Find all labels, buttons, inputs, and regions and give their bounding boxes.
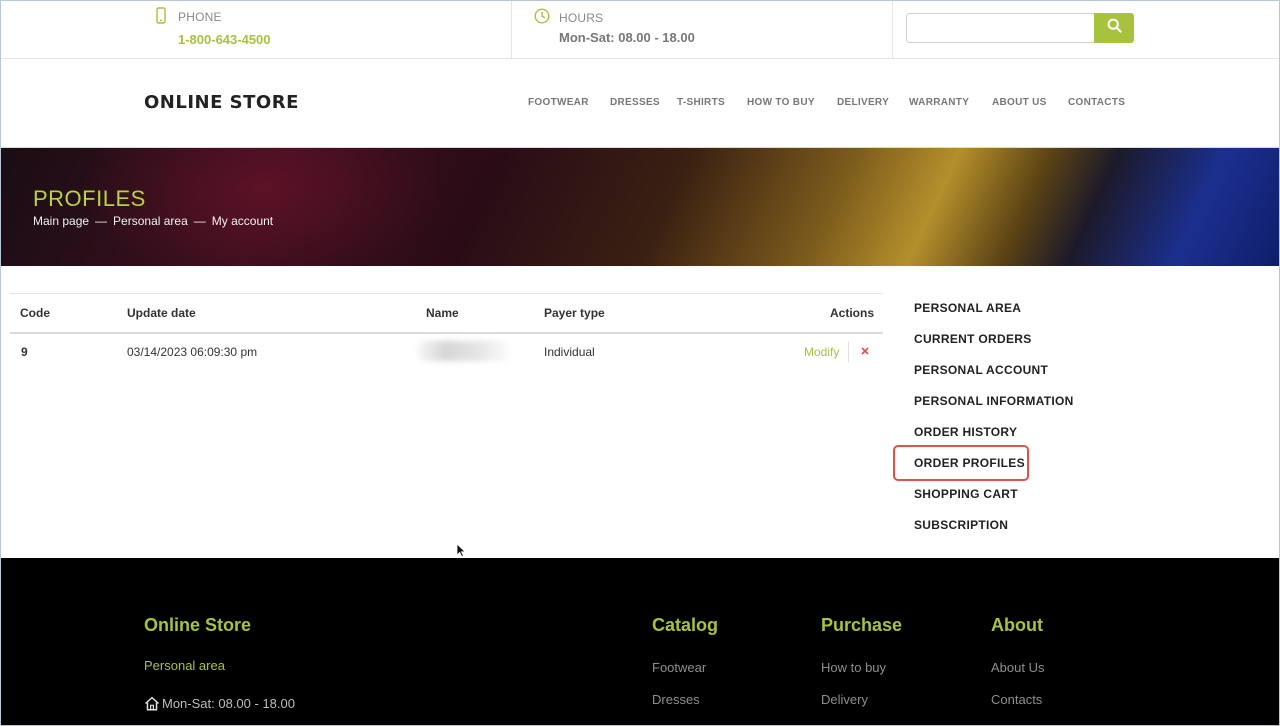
nav-item-footwear[interactable]: FOOTWEAR: [528, 97, 589, 108]
topbar-divider: [511, 0, 512, 58]
menu-item-personal-area[interactable]: PERSONAL AREA: [914, 301, 1021, 315]
site-footer: Online Store Personal area Mon-Sat: 08.0…: [0, 558, 1280, 726]
nav-item-how-to-buy[interactable]: HOW TO BUY: [747, 97, 815, 108]
hours-label: HOURS: [559, 11, 604, 25]
footer-link-about-us[interactable]: About Us: [991, 660, 1044, 675]
page-title: PROFILES: [33, 186, 146, 211]
search-input[interactable]: [906, 13, 1095, 43]
column-header-code: Code: [20, 306, 50, 320]
footer-hours: Mon-Sat: 08.00 - 18.00: [162, 696, 295, 711]
menu-item-personal-information[interactable]: PERSONAL INFORMATION: [914, 394, 1074, 408]
breadcrumb: Main page — Personal area — My account: [33, 214, 273, 228]
modify-link[interactable]: Modify: [804, 345, 839, 359]
table-header: Code Update date Name Payer type Actions: [10, 293, 883, 334]
nav-item-dresses[interactable]: DRESSES: [610, 97, 660, 108]
site-header: ONLINE STORE FOOTWEAR DRESSES T-SHIRTS H…: [0, 58, 1280, 148]
home-icon: [144, 696, 160, 716]
action-divider: [848, 342, 849, 362]
column-header-actions: Actions: [830, 306, 875, 320]
hours-value: Mon-Sat: 08.00 - 18.00: [559, 30, 695, 45]
footer-about-title: About: [991, 615, 1043, 635]
search-icon: [1107, 18, 1122, 38]
topbar-divider: [892, 0, 893, 58]
column-header-update-date: Update date: [127, 306, 196, 320]
breadcrumb-personal-area[interactable]: Personal area: [113, 214, 188, 228]
footer-purchase-title: Purchase: [821, 615, 903, 635]
close-icon[interactable]: [858, 344, 872, 358]
top-info-bar: PHONE 1-800-643-4500 HOURS Mon-Sat: 08.0…: [0, 0, 1280, 59]
nav-item-t-shirts[interactable]: T-SHIRTS: [677, 97, 725, 108]
footer-link-dresses[interactable]: Dresses: [652, 692, 700, 707]
site-logo[interactable]: ONLINE STORE: [144, 92, 299, 113]
footer-link-how-to-buy[interactable]: How to buy: [821, 660, 886, 675]
column-header-name: Name: [426, 306, 459, 320]
menu-item-current-orders[interactable]: CURRENT ORDERS: [914, 332, 1032, 346]
nav-item-delivery[interactable]: DELIVERY: [837, 97, 889, 108]
cell-update-date: 03/14/2023 06:09:30 pm: [127, 345, 258, 359]
column-header-payer-type: Payer type: [544, 306, 605, 320]
breadcrumb-separator: —: [95, 214, 108, 228]
cell-name-redacted: [418, 341, 510, 361]
menu-item-subscription[interactable]: SUBSCRIPTION: [914, 518, 1008, 532]
footer-catalog-title: Catalog: [652, 615, 719, 635]
footer-link-contacts[interactable]: Contacts: [991, 692, 1042, 707]
clock-icon: [534, 8, 550, 29]
phone-label: PHONE: [178, 10, 222, 24]
phone-number[interactable]: 1-800-643-4500: [178, 32, 271, 47]
footer-link-footwear[interactable]: Footwear: [652, 660, 706, 675]
cell-code: 9: [21, 345, 28, 359]
menu-item-order-history[interactable]: ORDER HISTORY: [914, 425, 1017, 439]
breadcrumb-separator: —: [193, 214, 206, 228]
table-row: 9 03/14/2023 06:09:30 pm Individual Modi…: [10, 333, 883, 371]
footer-brand-title: Online Store: [144, 615, 252, 635]
menu-item-order-profiles[interactable]: ORDER PROFILES: [914, 456, 1025, 470]
breadcrumb-main-page[interactable]: Main page: [33, 214, 89, 228]
search-box: [906, 13, 1134, 43]
menu-item-shopping-cart[interactable]: SHOPPING CART: [914, 487, 1018, 501]
footer-personal-area-link[interactable]: Personal area: [144, 658, 225, 673]
breadcrumb-my-account: My account: [211, 214, 274, 228]
nav-item-contacts[interactable]: CONTACTS: [1068, 97, 1125, 108]
cell-payer-type: Individual: [544, 345, 595, 359]
page-banner: PROFILES Main page — Personal area — My acco…: [0, 148, 1280, 266]
menu-item-personal-account[interactable]: PERSONAL ACCOUNT: [914, 363, 1048, 377]
search-button[interactable]: [1094, 13, 1134, 43]
footer-link-delivery[interactable]: Delivery: [821, 692, 868, 707]
nav-item-warranty[interactable]: WARRANTY: [909, 97, 969, 108]
phone-icon: [156, 7, 166, 29]
nav-item-about-us[interactable]: ABOUT US: [992, 97, 1047, 108]
